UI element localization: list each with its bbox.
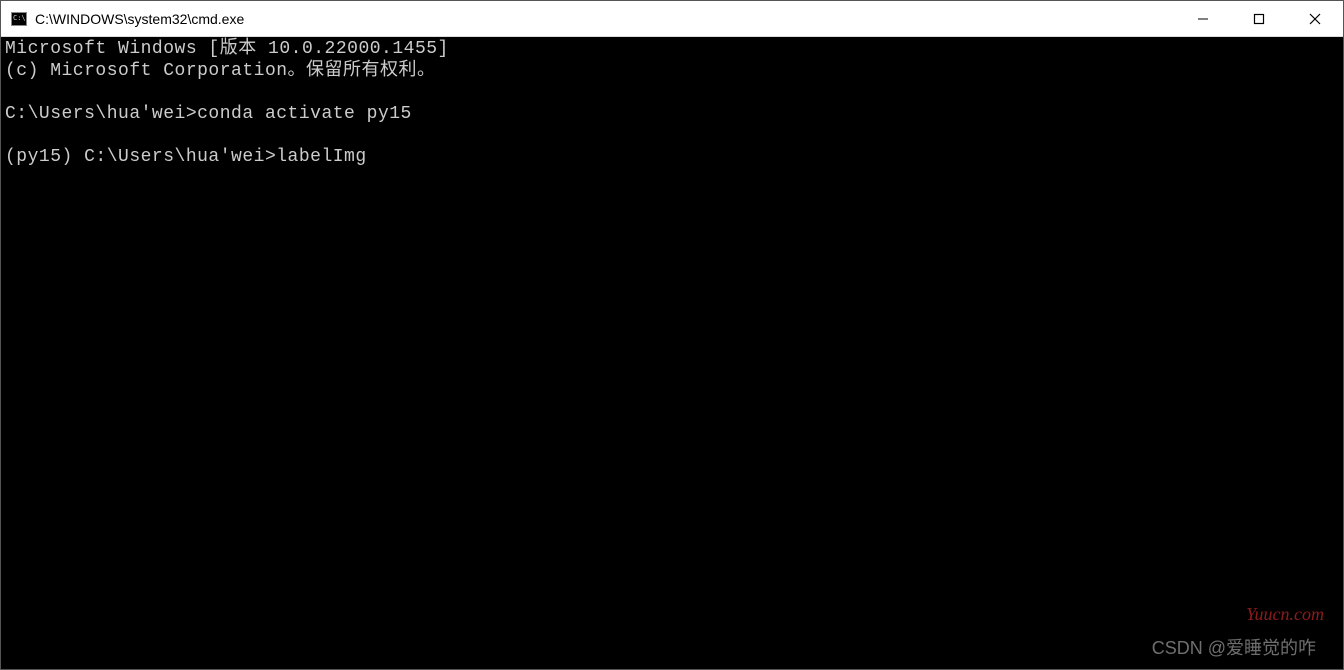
cmd-window: C:\WINDOWS\system32\cmd.exe Microsoft Wi… <box>0 0 1344 670</box>
minimize-icon <box>1197 13 1209 25</box>
window-title: C:\WINDOWS\system32\cmd.exe <box>35 11 1175 27</box>
window-controls <box>1175 1 1343 36</box>
close-button[interactable] <box>1287 1 1343 36</box>
minimize-button[interactable] <box>1175 1 1231 36</box>
titlebar[interactable]: C:\WINDOWS\system32\cmd.exe <box>1 1 1343 37</box>
maximize-button[interactable] <box>1231 1 1287 36</box>
terminal-output[interactable]: Microsoft Windows [版本 10.0.22000.1455] (… <box>1 37 1343 669</box>
maximize-icon <box>1253 13 1265 25</box>
cmd-icon <box>11 12 27 26</box>
close-icon <box>1309 13 1321 25</box>
